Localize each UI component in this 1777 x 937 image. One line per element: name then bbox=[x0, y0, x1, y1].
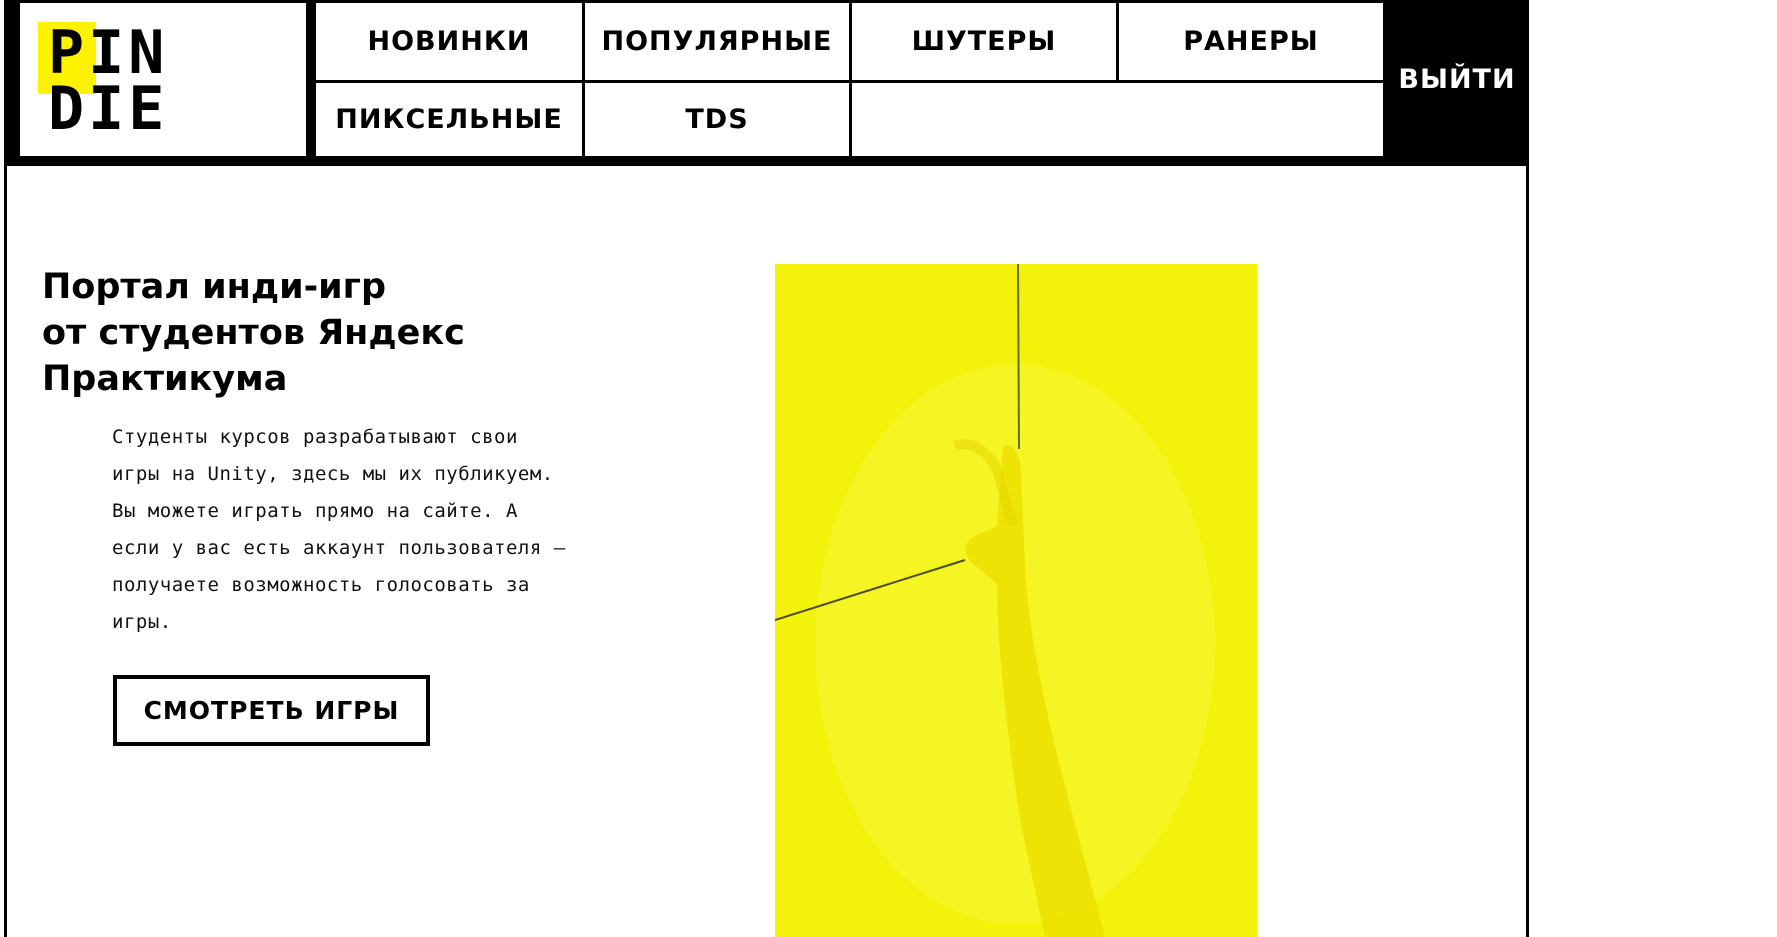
nav-item-runners[interactable]: РАНЕРЫ bbox=[1119, 3, 1383, 80]
nav-item-pixel[interactable]: ПИКСЕЛЬНЫЕ bbox=[316, 83, 582, 156]
hero-text-line: игры на Unity, здесь мы их публикуем. bbox=[112, 463, 554, 485]
logo-line-1: PIN bbox=[48, 18, 169, 88]
nav-item-shooters[interactable]: ШУТЕРЫ bbox=[852, 3, 1116, 80]
logout-button[interactable]: ВЫЙТИ bbox=[1385, 3, 1529, 156]
hero-title: Портал инди-игр от студентов Яндекс Прак… bbox=[42, 264, 642, 402]
hero-image bbox=[775, 264, 1257, 937]
hero-text-line: Вы можете играть прямо на сайте. А bbox=[112, 500, 518, 522]
hero-text-line: получаете возможность голосовать за bbox=[112, 574, 530, 596]
logo-line-2: DIE bbox=[48, 74, 169, 144]
logo-text: PIN DIE bbox=[48, 18, 169, 144]
nav-item-new[interactable]: НОВИНКИ bbox=[316, 3, 582, 80]
nav-item-tds[interactable]: TDS bbox=[585, 83, 849, 156]
hero-text-line: если у вас есть аккаунт пользователя — bbox=[112, 537, 566, 559]
view-games-button[interactable]: СМОТРЕТЬ ИГРЫ bbox=[113, 675, 430, 746]
hero-text-line: Студенты курсов разрабатывают свои bbox=[112, 426, 518, 448]
hero-title-line: Практикума bbox=[42, 359, 288, 399]
site-header: PIN DIE НОВИНКИ ПОПУЛЯРНЫЕ ШУТЕРЫ РАНЕРЫ … bbox=[4, 0, 1529, 166]
hero-title-line: Портал инди-игр bbox=[42, 267, 387, 307]
hero-title-line: от студентов Яндекс bbox=[42, 313, 465, 353]
logo[interactable]: PIN DIE bbox=[20, 3, 306, 156]
nav-empty-cell bbox=[852, 83, 1383, 156]
hero-image-art bbox=[775, 264, 1257, 937]
nav-item-popular[interactable]: ПОПУЛЯРНЫЕ bbox=[585, 3, 849, 80]
hero-text-line: игры. bbox=[112, 611, 172, 633]
hero-description: Студенты курсов разрабатывают свои игры … bbox=[112, 419, 622, 641]
